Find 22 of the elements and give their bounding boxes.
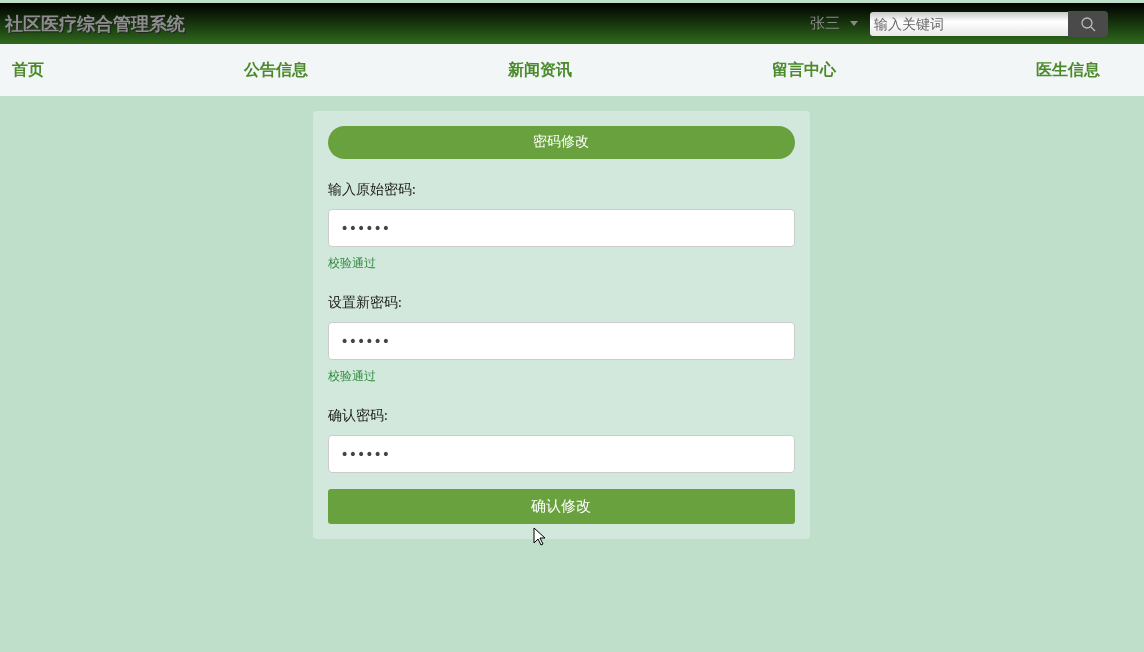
nav-link[interactable]: 新闻资讯 xyxy=(508,59,572,81)
site-title: 社区医疗综合管理系统 xyxy=(5,11,185,36)
password-field[interactable]: •••••• xyxy=(327,321,795,360)
nav-link[interactable]: 留言中心 xyxy=(772,59,836,81)
user-menu[interactable]: 张三 xyxy=(810,14,858,33)
field-label: 确认密码: xyxy=(327,406,390,425)
mouse-pointer-icon xyxy=(533,527,546,546)
field-label: 输入原始密码: xyxy=(327,180,418,199)
nav-link[interactable]: 医生信息 xyxy=(1036,59,1100,81)
validation-message: 校验通过 xyxy=(327,254,377,272)
nav-link[interactable]: 首页 xyxy=(12,59,44,81)
validation-message: 校验通过 xyxy=(327,367,377,385)
search-field[interactable]: 输入关键词 xyxy=(870,11,1068,36)
search-icon xyxy=(1080,15,1096,32)
search-button[interactable] xyxy=(1068,10,1108,37)
confirm-button[interactable]: 确认修改 xyxy=(327,488,795,524)
nav-link[interactable]: 公告信息 xyxy=(244,59,308,81)
password-field[interactable]: •••••• xyxy=(327,434,795,473)
caret-icon xyxy=(850,21,858,26)
field-label: 设置新密码: xyxy=(327,293,404,312)
form-title: 密码修改 xyxy=(327,126,795,159)
password-field[interactable]: •••••• xyxy=(327,208,795,247)
